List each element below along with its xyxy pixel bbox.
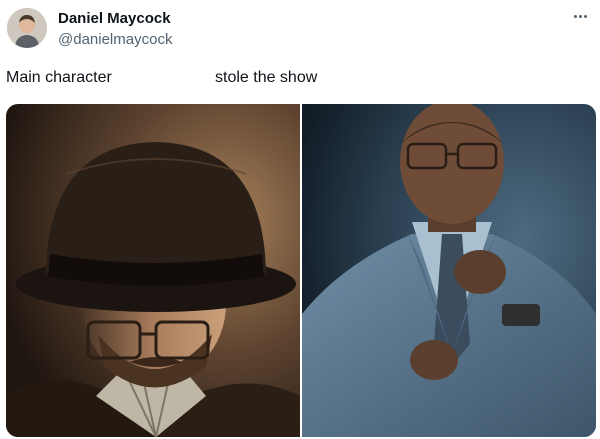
author-name[interactable]: Daniel Maycock bbox=[58, 10, 171, 27]
more-horizontal-icon bbox=[573, 14, 588, 18]
author-handle[interactable]: @danielmaycock bbox=[58, 31, 172, 48]
right-caption: stole the show bbox=[215, 69, 318, 86]
avatar[interactable] bbox=[7, 8, 47, 48]
right-image[interactable] bbox=[302, 104, 596, 437]
left-image[interactable] bbox=[6, 104, 300, 437]
left-caption: Main character bbox=[6, 69, 112, 86]
more-options-button[interactable] bbox=[568, 8, 592, 24]
